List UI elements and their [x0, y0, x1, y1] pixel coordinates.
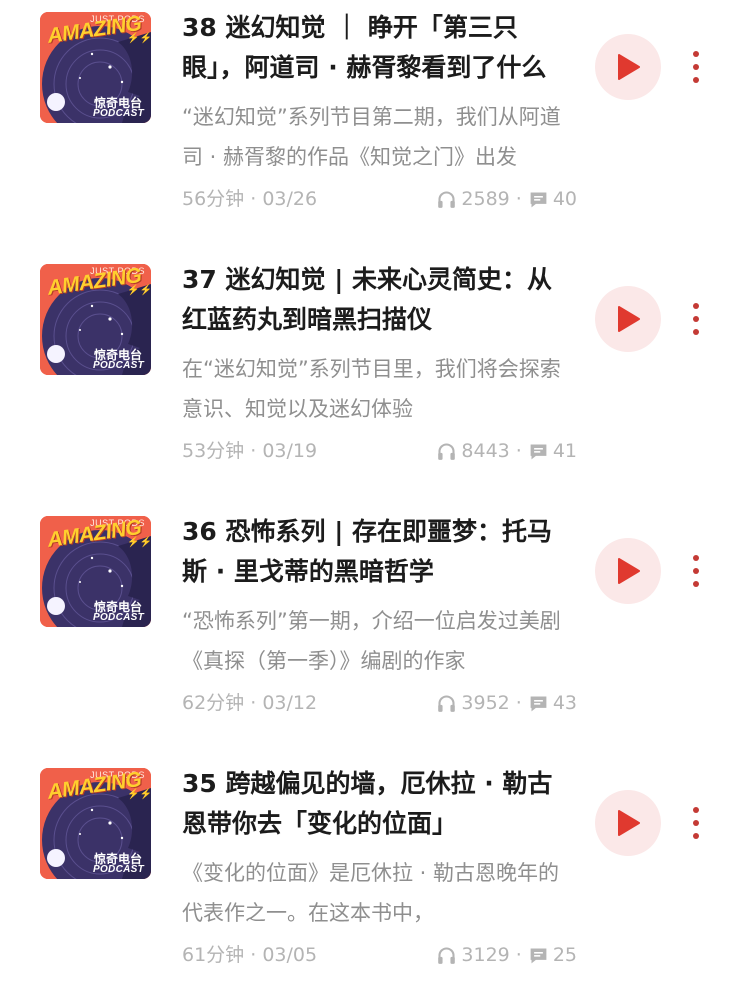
episode-description: “迷幻知觉”系列节目第二期，我们从阿道司 · 赫胥黎的作品《知觉之门》出发	[182, 105, 561, 169]
episode-cover[interactable]: JUST PODS AMAZING ⚡⚡⚡ 惊奇电台 PODCAST	[40, 768, 151, 879]
comment-count: 40	[552, 188, 577, 210]
episode-duration-date: 53分钟 · 03/19	[182, 435, 317, 467]
episode-cover[interactable]: JUST PODS AMAZING ⚡⚡⚡ 惊奇电台 PODCAST	[40, 516, 151, 627]
play-icon	[618, 54, 640, 80]
cover-brand-en: PODCAST	[93, 108, 144, 119]
play-button[interactable]	[595, 286, 661, 352]
episode-item[interactable]: JUST PODS AMAZING ⚡⚡⚡ 惊奇电台 PODCAST 35 跨越…	[0, 756, 738, 1008]
episode-cover[interactable]: JUST PODS AMAZING ⚡⚡⚡ 惊奇电台 PODCAST	[40, 264, 151, 375]
episode-stats: 8443 · 41	[436, 435, 577, 467]
episode-date: 03/19	[262, 440, 318, 462]
headphones-icon	[438, 946, 456, 964]
cover-brand-en: PODCAST	[93, 360, 144, 371]
episode-duration-date: 56分钟 · 03/26	[182, 183, 317, 215]
headphones-icon	[438, 694, 456, 712]
episode-item[interactable]: JUST PODS AMAZING ⚡⚡⚡ 惊奇电台 PODCAST 36 恐怖…	[0, 504, 738, 756]
cover-logo-marks: ⚡⚡⚡	[127, 537, 151, 548]
more-options-button[interactable]	[686, 552, 706, 592]
episode-date: 03/05	[262, 944, 318, 966]
play-button[interactable]	[595, 34, 661, 100]
meta-separator: ·	[250, 188, 263, 210]
comment-count: 43	[552, 692, 577, 714]
headphones-icon	[438, 190, 456, 208]
episode-duration: 61分钟	[182, 944, 245, 966]
play-icon	[618, 306, 640, 332]
episode-meta: 62分钟 · 03/12 3952 · 43	[182, 687, 577, 719]
play-button[interactable]	[595, 538, 661, 604]
play-count: 3952	[461, 692, 510, 714]
cover-logo-marks: ⚡⚡⚡	[127, 789, 151, 800]
episode-title[interactable]: 36 恐怖系列 | 存在即噩梦：托马斯 · 里戈蒂的黑暗哲学	[182, 512, 572, 592]
episode-duration: 56分钟	[182, 188, 245, 210]
cover-brand-en: PODCAST	[93, 864, 144, 875]
meta-separator: ·	[250, 440, 263, 462]
episode-description: “恐怖系列”第一期，介绍一位启发过美剧《真探（第一季）》编剧的作家	[182, 609, 561, 673]
episode-title[interactable]: 37 迷幻知觉 | 未来心灵简史：从红蓝药丸到暗黑扫描仪	[182, 260, 572, 340]
episode-duration: 53分钟	[182, 440, 245, 462]
more-vertical-icon	[693, 807, 699, 839]
episode-description: 在“迷幻知觉”系列节目里，我们将会探索意识、知觉以及迷幻体验	[182, 357, 561, 421]
episode-duration: 62分钟	[182, 692, 245, 714]
more-vertical-icon	[693, 555, 699, 587]
more-vertical-icon	[693, 51, 699, 83]
play-count: 2589	[461, 188, 510, 210]
cover-logo-marks: ⚡⚡⚡	[127, 33, 151, 44]
stats-separator: ·	[515, 440, 522, 462]
more-vertical-icon	[693, 303, 699, 335]
comment-icon	[530, 948, 547, 963]
episode-title[interactable]: 35 跨越偏见的墙，厄休拉 · 勒古恩带你去「变化的位面」	[182, 764, 572, 844]
play-count: 3129	[461, 944, 510, 966]
comment-count: 41	[552, 440, 577, 462]
stats-separator: ·	[515, 944, 522, 966]
more-options-button[interactable]	[686, 804, 706, 844]
play-icon	[618, 810, 640, 836]
episode-duration-date: 62分钟 · 03/12	[182, 687, 317, 719]
episode-title[interactable]: 38 迷幻知觉 ｜ 睁开「第三只眼」，阿道司 · 赫胥黎看到了什么	[182, 8, 572, 88]
meta-separator: ·	[250, 944, 263, 966]
cover-brand-en: PODCAST	[93, 612, 144, 623]
comment-icon	[530, 192, 547, 207]
episode-date: 03/26	[262, 188, 318, 210]
episode-duration-date: 61分钟 · 03/05	[182, 939, 317, 971]
stats-separator: ·	[515, 692, 522, 714]
more-options-button[interactable]	[686, 48, 706, 88]
episode-item[interactable]: JUST PODS AMAZING ⚡⚡⚡ 惊奇电台 PODCAST 37 迷幻…	[0, 252, 738, 504]
episode-date: 03/12	[262, 692, 318, 714]
meta-separator: ·	[250, 692, 263, 714]
comment-count: 25	[552, 944, 577, 966]
headphones-icon	[438, 442, 456, 460]
comment-icon	[530, 444, 547, 459]
episode-cover[interactable]: JUST PODS AMAZING ⚡⚡⚡ 惊奇电台 PODCAST	[40, 12, 151, 123]
episode-meta: 61分钟 · 03/05 3129 · 25	[182, 939, 577, 971]
episode-stats: 2589 · 40	[436, 183, 577, 215]
episode-item[interactable]: JUST PODS AMAZING ⚡⚡⚡ 惊奇电台 PODCAST 38 迷幻…	[0, 0, 738, 252]
cover-logo-marks: ⚡⚡⚡	[127, 285, 151, 296]
stats-separator: ·	[515, 188, 522, 210]
episode-description: 《变化的位面》是厄休拉 · 勒古恩晚年的代表作之一。在这本书中，	[182, 861, 560, 925]
episode-stats: 3129 · 25	[436, 939, 577, 971]
play-button[interactable]	[595, 790, 661, 856]
comment-icon	[530, 696, 547, 711]
play-count: 8443	[461, 440, 510, 462]
episode-meta: 53分钟 · 03/19 8443 · 41	[182, 435, 577, 467]
more-options-button[interactable]	[686, 300, 706, 340]
episode-meta: 56分钟 · 03/26 2589 · 40	[182, 183, 577, 215]
play-icon	[618, 558, 640, 584]
episode-stats: 3952 · 43	[436, 687, 577, 719]
